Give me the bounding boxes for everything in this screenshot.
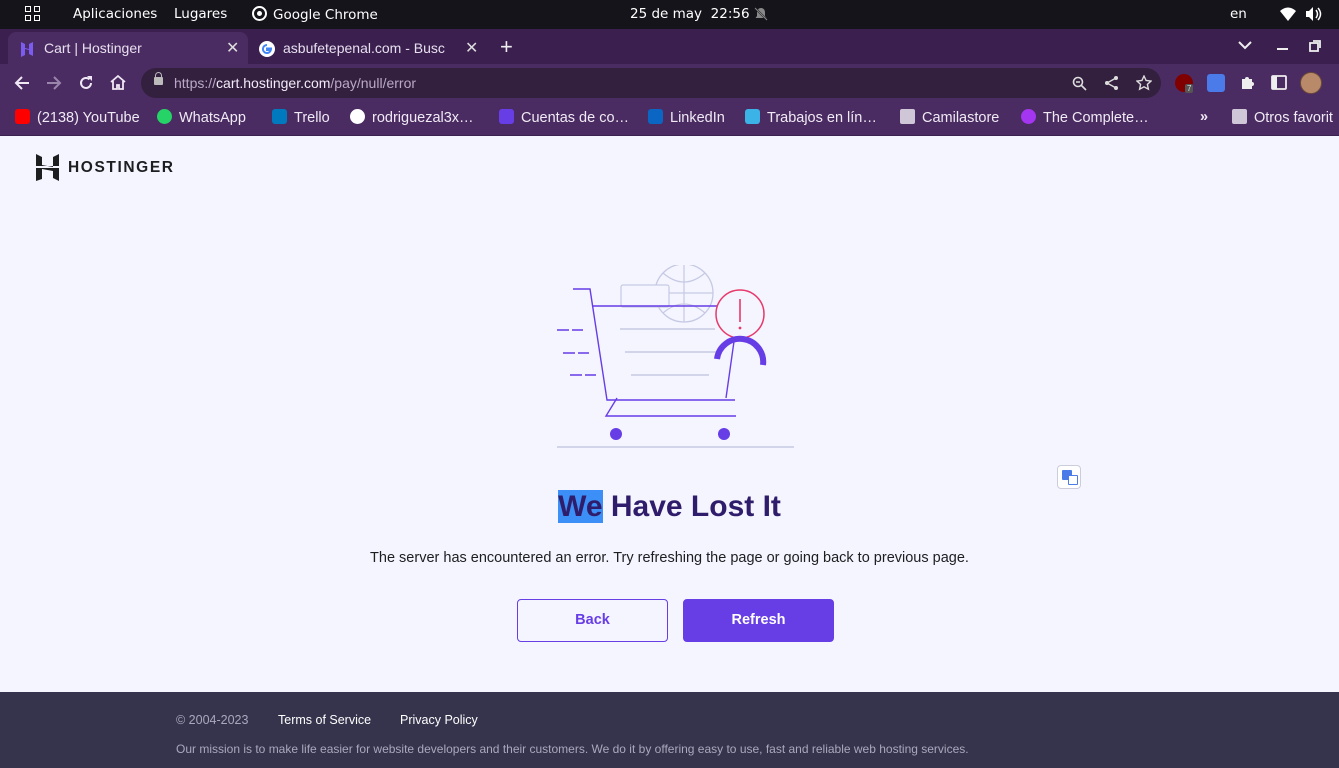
- google-translate-extension-icon[interactable]: [1207, 74, 1225, 92]
- github-icon: [350, 109, 365, 124]
- other-bookmarks-folder[interactable]: Otros favorit: [1232, 109, 1333, 126]
- hostinger-favicon-icon: [21, 42, 33, 57]
- applications-menu[interactable]: Aplicaciones: [73, 6, 157, 22]
- forward-arrow-icon[interactable]: [46, 75, 62, 91]
- hostinger-icon: [499, 109, 514, 124]
- tab-title: Cart | Hostinger: [44, 40, 142, 56]
- bookmark-label: LinkedIn: [670, 110, 725, 126]
- bookmark-workana[interactable]: Trabajos en lín…: [745, 109, 877, 126]
- bookmark-label: Trabajos en lín…: [767, 110, 877, 126]
- url-path: /pay/null/error: [330, 75, 417, 91]
- bookmark-label: (2138) YouTube: [37, 110, 140, 126]
- selected-text: We: [558, 490, 603, 523]
- date-label: 25 de may: [630, 6, 703, 22]
- share-icon[interactable]: [1104, 75, 1119, 91]
- translate-page-icon[interactable]: [1057, 465, 1081, 489]
- empty-cart-illustration: [557, 265, 794, 448]
- time-label: 22:56: [710, 6, 750, 22]
- home-icon[interactable]: [109, 74, 127, 91]
- side-panel-icon[interactable]: [1271, 75, 1287, 90]
- tab-title: asbufetepenal.com - Busc: [283, 40, 445, 56]
- bookmark-whatsapp[interactable]: WhatsApp: [157, 109, 246, 126]
- active-app-menu[interactable]: Google Chrome: [252, 6, 378, 23]
- lock-icon[interactable]: [154, 72, 163, 85]
- tab-asbufetepenal[interactable]: asbufetepenal.com - Busc ✕: [250, 32, 486, 64]
- address-bar[interactable]: https://cart.hostinger.com/pay/null/erro…: [141, 68, 1161, 98]
- bookmark-star-icon[interactable]: [1136, 75, 1152, 91]
- ublock-badge: 7: [1185, 84, 1194, 93]
- google-favicon-icon: [259, 41, 275, 57]
- tab-search-chevron-icon[interactable]: [1238, 40, 1252, 50]
- back-button[interactable]: Back: [517, 599, 668, 642]
- error-message: The server has encountered an error. Try…: [370, 550, 969, 566]
- terms-of-service-link[interactable]: Terms of Service: [278, 713, 371, 727]
- bookmark-github[interactable]: rodriguezal3x…: [350, 109, 474, 126]
- trello-icon: [272, 109, 287, 124]
- tab-cart-hostinger[interactable]: Cart | Hostinger ✕: [8, 32, 248, 64]
- close-tab-icon[interactable]: ✕: [465, 38, 478, 58]
- refresh-button[interactable]: Refresh: [683, 599, 834, 642]
- page-title: We Have Lost It: [0, 490, 1339, 524]
- copyright: © 2004-2023: [176, 713, 249, 727]
- new-tab-icon[interactable]: +: [500, 34, 513, 60]
- tab-strip: Cart | Hostinger ✕ asbufetepenal.com - B…: [0, 29, 1339, 64]
- restore-icon[interactable]: [1309, 40, 1321, 52]
- clock[interactable]: 25 de may 22:56: [630, 6, 750, 22]
- notifications-off-icon: [754, 7, 768, 21]
- youtube-icon: [15, 109, 30, 124]
- bookmark-label: The Complete…: [1043, 110, 1149, 126]
- extensions-puzzle-icon[interactable]: [1239, 74, 1256, 91]
- page-content: HOSTINGER We Have Lost It The server has…: [0, 136, 1339, 692]
- minimize-icon[interactable]: [1277, 48, 1288, 50]
- bookmark-label: rodriguezal3x…: [372, 110, 474, 126]
- bookmarks-bar: (2138) YouTube WhatsApp Trello rodriguez…: [0, 102, 1339, 136]
- active-app-label: Google Chrome: [273, 7, 378, 23]
- bookmark-udemy[interactable]: The Complete…: [1021, 109, 1149, 126]
- bookmarks-overflow-chevron-icon[interactable]: »: [1200, 109, 1208, 125]
- linkedin-icon: [648, 109, 663, 124]
- volume-icon[interactable]: [1305, 6, 1322, 22]
- privacy-policy-link[interactable]: Privacy Policy: [400, 713, 478, 727]
- bookmark-label: Trello: [294, 110, 330, 126]
- zoom-icon[interactable]: [1072, 76, 1087, 91]
- bookmark-label: Camilastore: [922, 110, 1000, 126]
- system-top-bar: Aplicaciones Lugares Google Chrome 25 de…: [0, 0, 1339, 29]
- other-bookmarks-label: Otros favorit: [1254, 110, 1333, 126]
- bookmark-youtube[interactable]: (2138) YouTube: [15, 109, 140, 126]
- close-tab-icon[interactable]: ✕: [226, 38, 239, 58]
- hostinger-logo-icon: [36, 154, 59, 181]
- udemy-icon: [1021, 109, 1036, 124]
- browser-toolbar: https://cart.hostinger.com/pay/null/erro…: [0, 64, 1339, 102]
- back-arrow-icon[interactable]: [14, 75, 30, 91]
- url-scheme: https://: [174, 75, 217, 91]
- folder-icon: [900, 109, 915, 124]
- bookmark-hostinger[interactable]: Cuentas de co…: [499, 109, 629, 126]
- bookmark-label: Cuentas de co…: [521, 110, 630, 126]
- language-indicator[interactable]: en: [1230, 6, 1247, 22]
- mission-statement: Our mission is to make life easier for w…: [176, 742, 969, 756]
- folder-icon: [1232, 109, 1247, 124]
- profile-avatar[interactable]: [1300, 72, 1322, 94]
- bookmark-linkedin[interactable]: LinkedIn: [648, 109, 725, 126]
- footer: © 2004-2023 Terms of Service Privacy Pol…: [0, 692, 1339, 768]
- app-grid-icon[interactable]: [25, 6, 41, 22]
- places-menu[interactable]: Lugares: [174, 6, 227, 22]
- workana-icon: [745, 109, 760, 124]
- url-text[interactable]: https://cart.hostinger.com/pay/null/erro…: [174, 75, 416, 91]
- reload-icon[interactable]: [78, 75, 94, 91]
- hostinger-logo[interactable]: HOSTINGER: [36, 154, 173, 186]
- brand-name: HOSTINGER: [68, 159, 175, 176]
- wifi-icon[interactable]: [1280, 7, 1296, 21]
- url-host: cart.hostinger.com: [216, 75, 331, 91]
- ublock-origin-icon[interactable]: 7: [1175, 74, 1194, 93]
- whatsapp-icon: [157, 109, 172, 124]
- title-rest: Have Lost It: [602, 490, 781, 523]
- bookmark-camilastore[interactable]: Camilastore: [900, 109, 999, 126]
- chrome-icon: [252, 6, 267, 21]
- bookmark-label: WhatsApp: [179, 110, 246, 126]
- bookmark-trello[interactable]: Trello: [272, 109, 330, 126]
